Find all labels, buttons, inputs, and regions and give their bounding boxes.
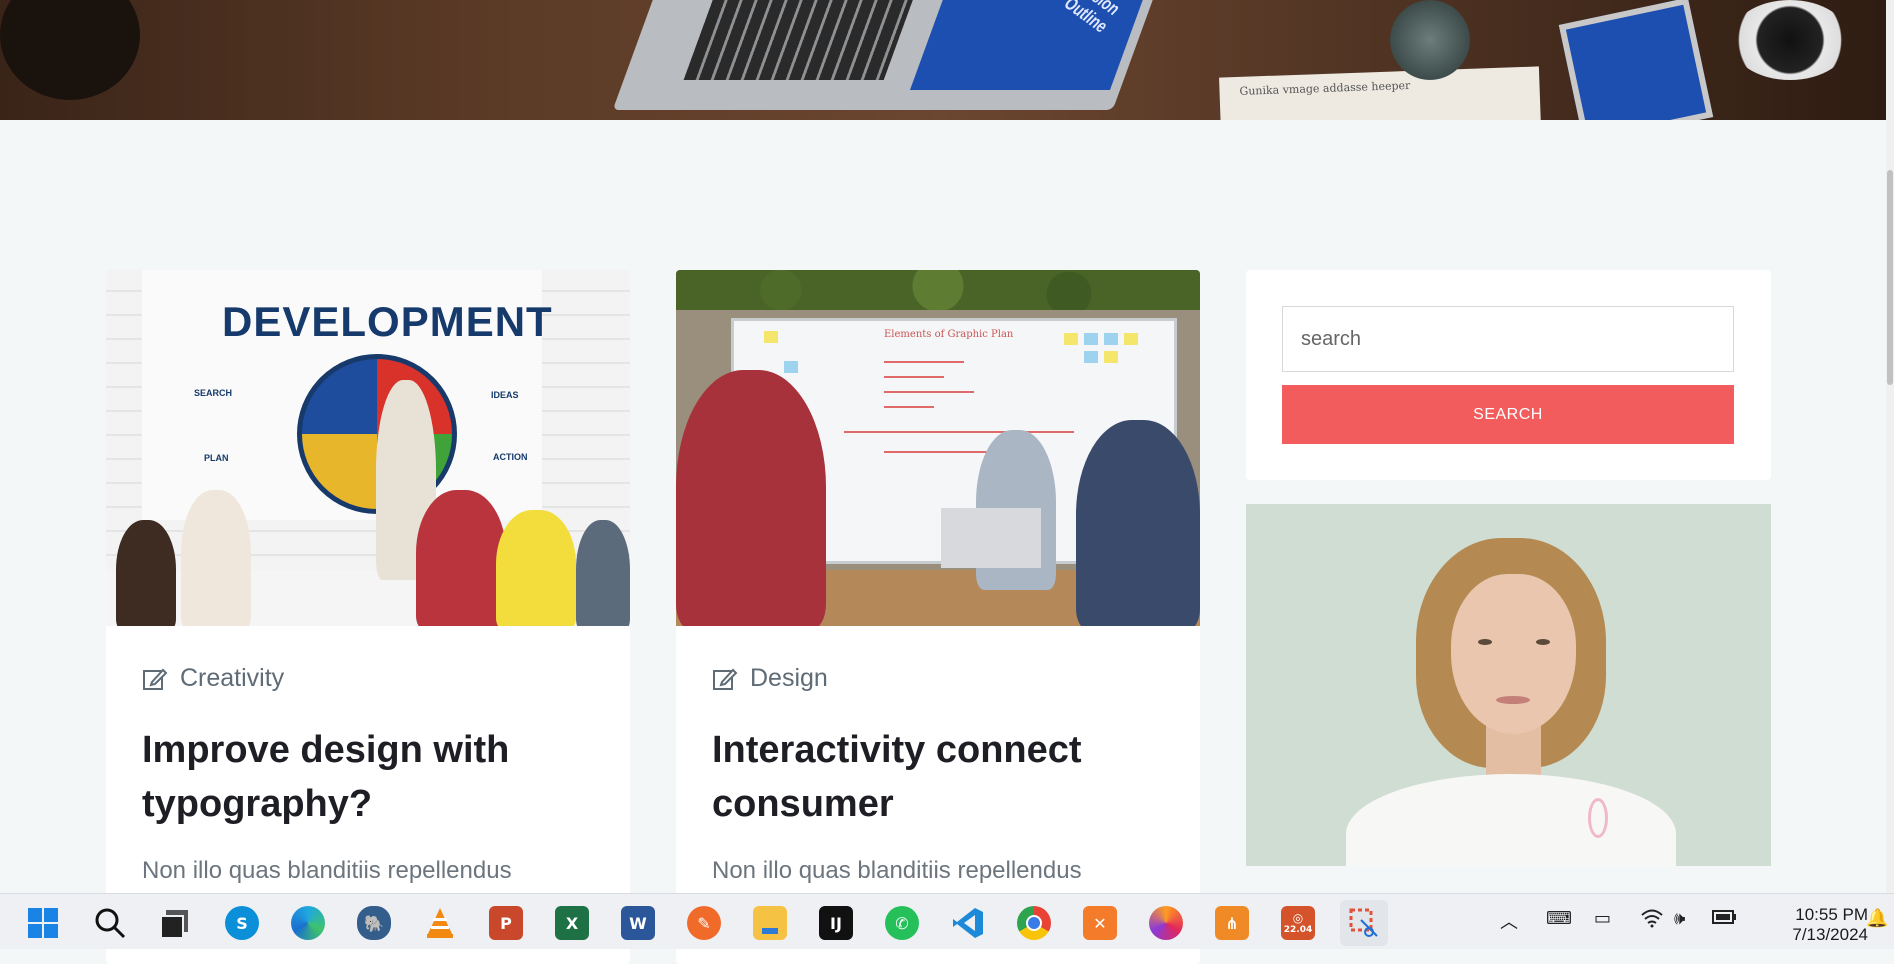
xampp-icon[interactable]: ✕	[1083, 906, 1117, 940]
search-input[interactable]	[1282, 306, 1734, 372]
person	[576, 520, 630, 626]
search-icon[interactable]	[93, 906, 127, 940]
person	[181, 490, 251, 626]
hero-coffee-cup	[1730, 0, 1850, 80]
board-label: PLAN	[204, 453, 229, 463]
hero-person	[0, 0, 140, 100]
hero-notebook: Gunika vmage addasse heeper	[1219, 66, 1541, 120]
search-button[interactable]: SEARCH	[1282, 385, 1734, 444]
hero-image: ussion Outline Gunika vmage addasse heep…	[0, 0, 1886, 120]
tablet-mode-icon[interactable]: ▭	[1594, 908, 1611, 929]
card-excerpt: Non illo quas blanditiis repellendus	[712, 857, 1082, 884]
category-label: Creativity	[180, 664, 285, 692]
author-profile-image[interactable]	[1246, 504, 1771, 866]
battery-icon[interactable]	[1712, 908, 1738, 931]
presenter	[676, 370, 826, 626]
card-title[interactable]: Interactivity connect consumer	[712, 723, 1164, 831]
shirt	[1346, 774, 1676, 866]
card-image-development[interactable]: DEVELOPMENT SEARCH IDEAS PLAN ACTION	[106, 270, 630, 626]
person	[416, 490, 506, 626]
file-explorer-icon[interactable]	[753, 906, 787, 940]
person	[1076, 420, 1200, 626]
card-excerpt: Non illo quas blanditiis repellendus	[142, 857, 512, 884]
whiteboard-title: Elements of Graphic Plan	[884, 329, 1014, 340]
vlc-icon[interactable]	[423, 906, 457, 940]
card-category[interactable]: Creativity	[142, 664, 594, 693]
blog-card[interactable]: DEVELOPMENT SEARCH IDEAS PLAN ACTION Cre…	[106, 270, 630, 964]
skype-icon[interactable]: S	[225, 906, 259, 940]
excel-icon[interactable]: X	[555, 906, 589, 940]
notification-bell-icon[interactable]: 🔔	[1866, 908, 1888, 929]
hero-laptop-screen: ussion Outline	[909, 0, 1151, 90]
git-gui-icon[interactable]: ⋔	[1215, 906, 1249, 940]
powerpoint-icon[interactable]: P	[489, 906, 523, 940]
card-category[interactable]: Design	[712, 664, 1164, 693]
pink-ribbon-icon	[1588, 798, 1608, 838]
board-label: ACTION	[493, 452, 528, 462]
plants	[676, 270, 1200, 310]
pen-app-icon[interactable]: ✎	[687, 906, 721, 940]
ubuntu-icon[interactable]: ◎ 22.04	[1281, 906, 1315, 940]
development-board: DEVELOPMENT SEARCH IDEAS PLAN ACTION	[142, 270, 552, 520]
system-clock[interactable]: 10:55 PM 7/13/2024	[1748, 905, 1868, 945]
task-view-icon[interactable]	[158, 906, 192, 940]
scrollbar-thumb[interactable]	[1887, 170, 1893, 385]
keyboard-icon[interactable]: ⌨	[1546, 908, 1572, 929]
ubuntu-circle-icon: ◎	[1292, 911, 1304, 925]
wifi-icon[interactable]	[1640, 908, 1664, 933]
page-scrollbar[interactable]	[1886, 0, 1894, 893]
hero-notebook-text: Gunika vmage addasse heeper	[1239, 78, 1411, 98]
board-label: SEARCH	[194, 388, 233, 398]
person	[116, 520, 176, 626]
laptop	[941, 508, 1041, 568]
sidebar-search-widget: SEARCH	[1246, 270, 1771, 480]
chrome-icon[interactable]	[1017, 906, 1051, 940]
category-label: Design	[750, 664, 828, 692]
postgresql-icon[interactable]: 🐘	[357, 906, 391, 940]
hero-screen-text: ussion Outline	[1059, 0, 1124, 37]
ubuntu-version-badge: 22.04	[1283, 925, 1313, 935]
edit-icon	[712, 666, 738, 692]
snipping-tool-icon[interactable]	[1340, 900, 1388, 946]
whatsapp-icon[interactable]: ✆	[885, 906, 919, 940]
firefox-icon[interactable]	[1149, 906, 1183, 940]
board-label: IDEAS	[491, 390, 519, 400]
windows-start-icon[interactable]	[26, 906, 60, 940]
intellij-icon[interactable]: IJ	[819, 906, 853, 940]
clock-date: 7/13/2024	[1792, 925, 1868, 944]
word-icon[interactable]: W	[621, 906, 655, 940]
person	[496, 510, 576, 626]
card-title[interactable]: Improve design with typography?	[142, 723, 594, 831]
hero-tablet	[1558, 0, 1714, 120]
vscode-icon[interactable]	[951, 906, 985, 940]
edge-icon[interactable]	[291, 906, 325, 940]
edit-icon	[142, 666, 168, 692]
chevron-up-icon[interactable]: ︿	[1500, 908, 1518, 934]
volume-icon[interactable]: 🕪	[1674, 908, 1685, 929]
blog-card[interactable]: Elements of Graphic Plan Design Interact…	[676, 270, 1200, 964]
clock-time: 10:55 PM	[1795, 905, 1868, 924]
board-title: DEVELOPMENT	[222, 298, 553, 345]
hero-plant	[1390, 0, 1470, 80]
card-image-design[interactable]: Elements of Graphic Plan	[676, 270, 1200, 626]
